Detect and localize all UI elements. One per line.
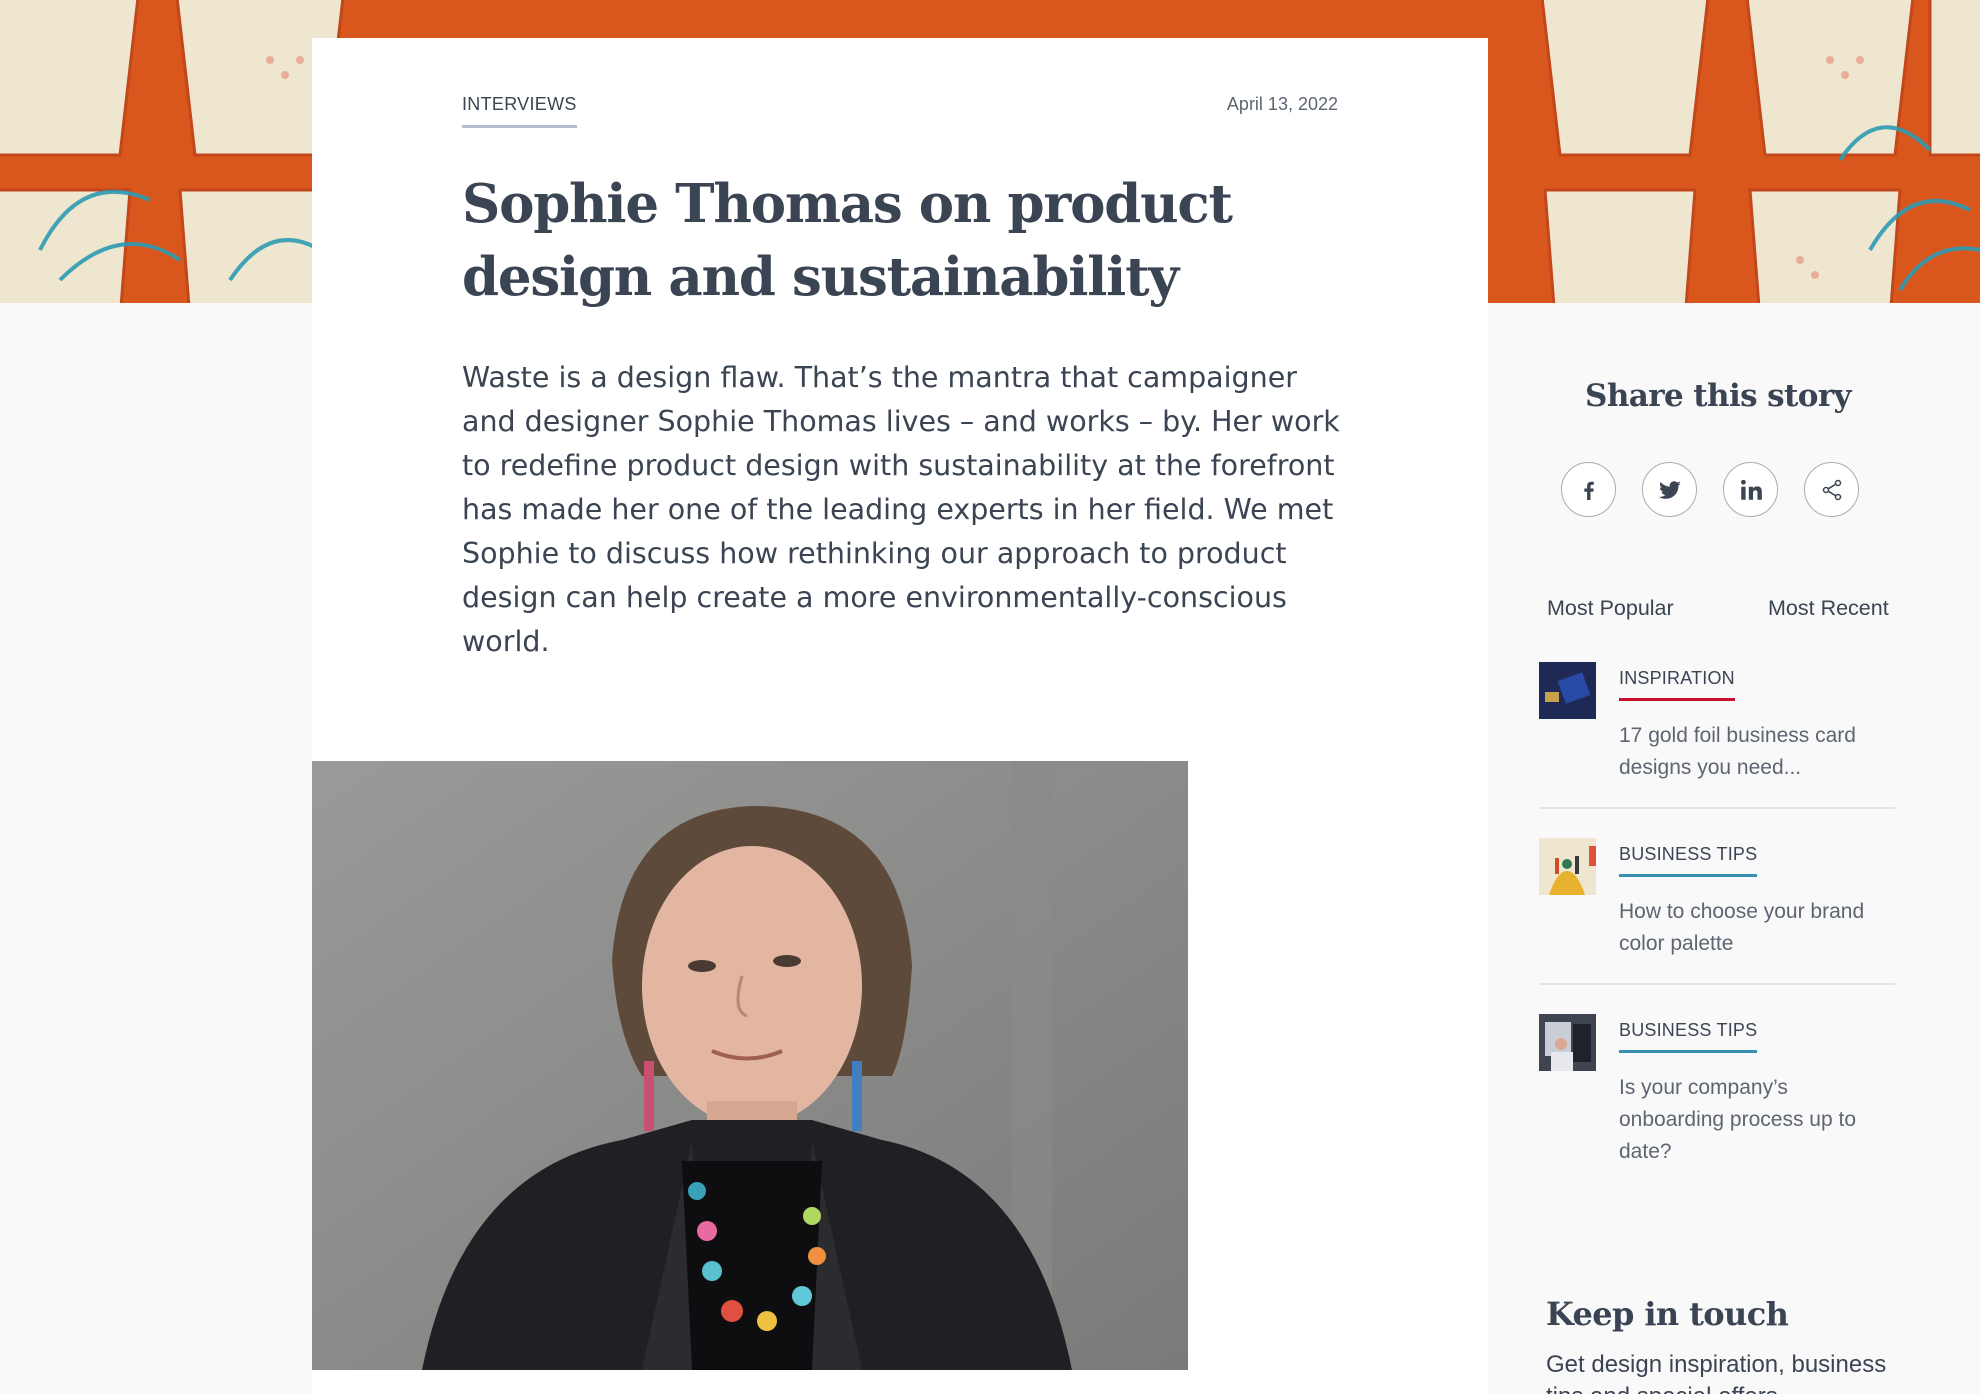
story-headline[interactable]: How to choose your brand color palette bbox=[1619, 896, 1895, 960]
share-buttons bbox=[1561, 462, 1881, 518]
divider bbox=[1539, 983, 1895, 985]
keep-in-touch-text: Get design inspiration, business tips an… bbox=[1546, 1351, 1887, 1394]
story-thumbnail bbox=[1539, 662, 1596, 719]
twitter-icon bbox=[1658, 480, 1681, 499]
facebook-icon bbox=[1583, 481, 1594, 500]
article-card: INTERVIEWS April 13, 2022 Sophie Thomas … bbox=[312, 38, 1488, 1394]
article-date: April 13, 2022 bbox=[1226, 94, 1338, 114]
divider bbox=[1539, 807, 1895, 809]
twitter-share-button[interactable] bbox=[1642, 462, 1697, 517]
linkedin-share-button[interactable] bbox=[1723, 462, 1778, 517]
share-link-button[interactable] bbox=[1804, 462, 1859, 517]
story-category[interactable]: BUSINESS TIPS bbox=[1619, 1020, 1758, 1053]
list-item[interactable]: BUSINESS TIPS How to choose your brand c… bbox=[1539, 838, 1895, 986]
article-category-link[interactable]: INTERVIEWS bbox=[462, 94, 577, 128]
keep-in-touch-title: Keep in touch bbox=[1546, 1295, 1789, 1333]
list-item[interactable]: BUSINESS TIPS Is your company’s onboardi… bbox=[1539, 1014, 1895, 1194]
linkedin-icon bbox=[1740, 479, 1762, 500]
story-tabs: Most Popular Most Recent bbox=[1547, 596, 1897, 626]
tab-most-popular[interactable]: Most Popular bbox=[1547, 596, 1674, 621]
share-icon bbox=[1822, 479, 1841, 500]
facebook-share-button[interactable] bbox=[1561, 462, 1616, 517]
story-thumbnail bbox=[1539, 838, 1596, 895]
story-headline[interactable]: Is your company’s onboarding process up … bbox=[1619, 1072, 1895, 1168]
portrait-image bbox=[312, 761, 1188, 1370]
tab-most-recent[interactable]: Most Recent bbox=[1768, 596, 1889, 621]
story-headline[interactable]: 17 gold foil business card designs you n… bbox=[1619, 720, 1895, 784]
list-item[interactable]: INSPIRATION 17 gold foil business card d… bbox=[1539, 662, 1895, 810]
article-title: Sophie Thomas on product design and sust… bbox=[462, 173, 1233, 308]
portrait-photo bbox=[312, 761, 1188, 1370]
article-lede: Waste is a design flaw. That’s the mantr… bbox=[462, 361, 1340, 658]
story-category[interactable]: BUSINESS TIPS bbox=[1619, 844, 1758, 877]
share-title: Share this story bbox=[1585, 378, 1852, 414]
story-thumbnail bbox=[1539, 1014, 1596, 1071]
story-category[interactable]: INSPIRATION bbox=[1619, 668, 1735, 701]
